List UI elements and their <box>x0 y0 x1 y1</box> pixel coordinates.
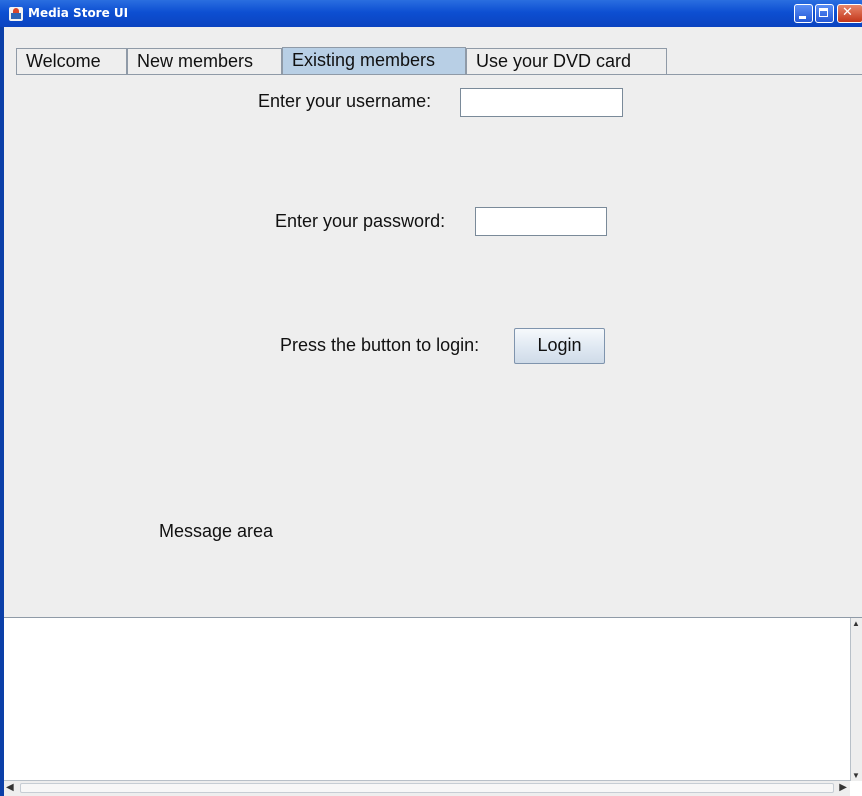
tab-existing-members[interactable]: Existing members <box>282 47 466 75</box>
scroll-right-icon[interactable]: ▶ <box>839 782 847 793</box>
close-icon[interactable] <box>837 4 862 23</box>
window-title: Media Store UI <box>28 6 129 20</box>
scroll-up-icon[interactable]: ▲ <box>852 619 860 628</box>
tab-divider <box>16 74 862 75</box>
client-area: Welcome New members Existing members Use… <box>4 27 862 796</box>
minimize-icon[interactable] <box>794 4 813 23</box>
login-button[interactable]: Login <box>514 328 605 364</box>
title-bar[interactable]: Media Store UI <box>0 0 862 27</box>
tab-use-dvd-card[interactable]: Use your DVD card <box>466 48 667 74</box>
maximize-icon[interactable] <box>815 4 834 23</box>
login-prompt: Press the button to login: <box>280 335 480 355</box>
scroll-down-icon[interactable]: ▼ <box>852 771 860 780</box>
tab-new-members[interactable]: New members <box>127 48 282 74</box>
scroll-left-icon[interactable]: ◀ <box>6 782 14 793</box>
password-label: Enter your password: <box>275 211 446 231</box>
java-cup-icon <box>9 7 23 21</box>
message-area-label: Message area <box>159 521 274 541</box>
password-field[interactable] <box>475 207 607 236</box>
message-area[interactable]: ▲ ▼ ◀ ▶ <box>4 617 862 796</box>
app-window: Media Store UI Welcome New members Exist… <box>0 0 862 796</box>
tab-bar: Welcome New members Existing members Use… <box>4 27 862 77</box>
tab-welcome[interactable]: Welcome <box>16 48 127 74</box>
username-label: Enter your username: <box>258 91 432 111</box>
vertical-scrollbar[interactable]: ▲ ▼ <box>850 618 862 781</box>
scrollbar-thumb[interactable] <box>20 783 834 793</box>
horizontal-scrollbar[interactable]: ◀ ▶ <box>4 780 850 796</box>
username-field[interactable] <box>460 88 623 117</box>
